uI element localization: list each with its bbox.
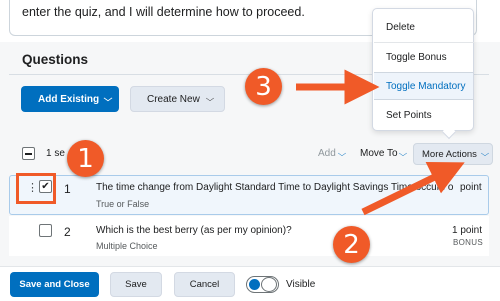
annotation-badge-3: 3 — [245, 68, 282, 105]
annotation-badge-1: 1 — [67, 140, 104, 177]
annotation-badge-2: 2 — [333, 226, 370, 263]
arrow-to-more-actions — [361, 161, 465, 216]
